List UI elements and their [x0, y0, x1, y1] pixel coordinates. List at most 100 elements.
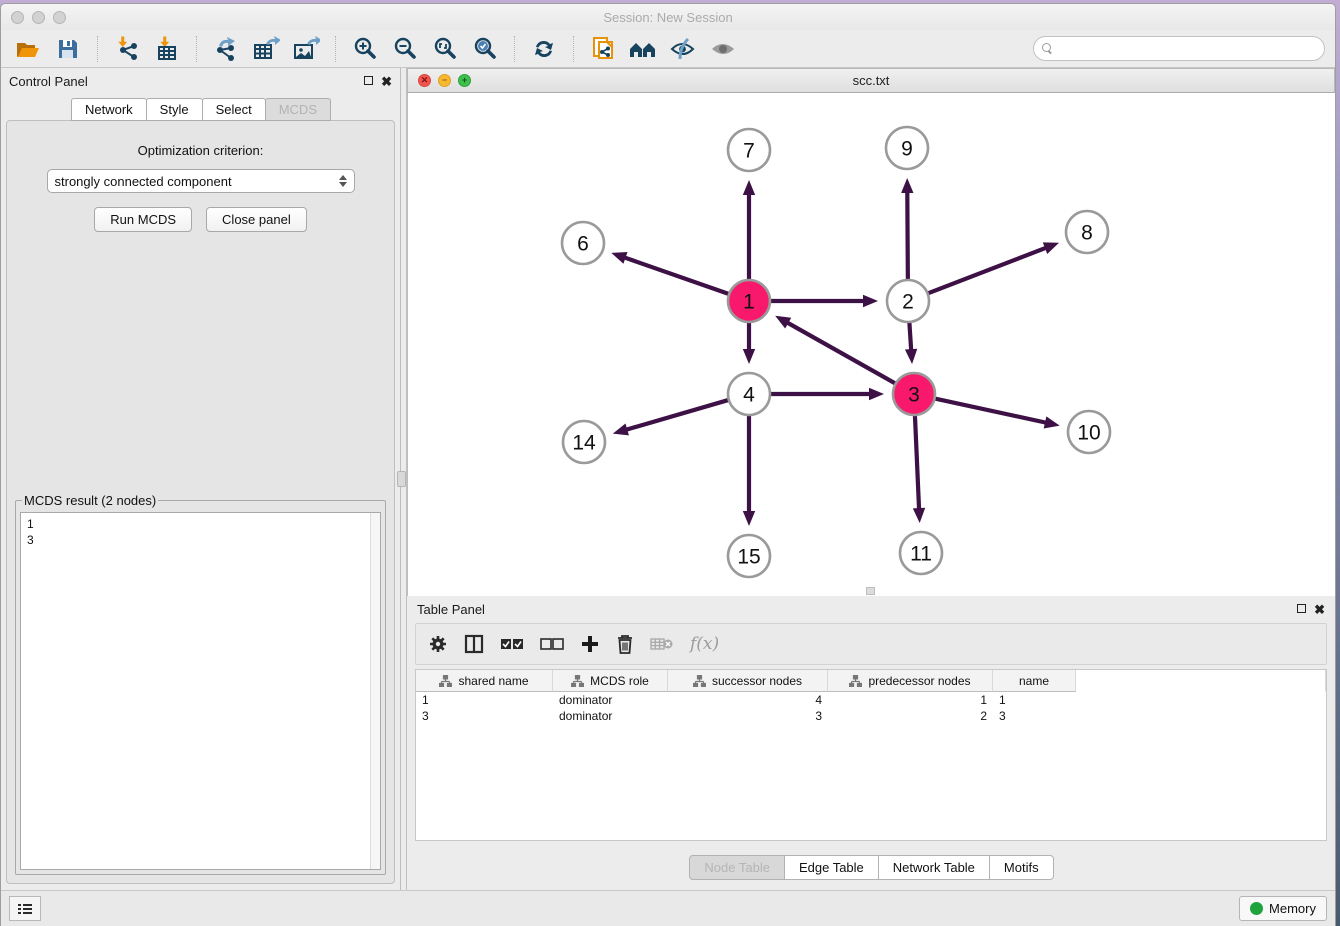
tab-edge-table[interactable]: Edge Table [784, 855, 879, 880]
main-toolbar [1, 30, 1335, 68]
edge-2-9[interactable] [907, 191, 908, 282]
hide-selected-icon[interactable] [666, 34, 700, 64]
column-header-name[interactable]: name [993, 670, 1076, 692]
tab-network[interactable]: Network [71, 98, 147, 121]
mcds-panel: Optimization criterion: strongly connect… [6, 120, 395, 884]
select-all-icon[interactable] [500, 637, 524, 651]
zoom-in-icon[interactable] [348, 34, 382, 64]
tab-node-table[interactable]: Node Table [689, 855, 785, 880]
float-panel-icon[interactable] [364, 75, 373, 87]
edge-3-10[interactable] [933, 398, 1047, 423]
arrowhead-1-2 [863, 295, 878, 307]
export-image-icon[interactable] [289, 34, 323, 64]
import-network-icon[interactable] [110, 34, 144, 64]
edge-1-6[interactable] [624, 257, 731, 295]
export-table-icon[interactable] [249, 34, 283, 64]
arrowhead-2-3 [905, 349, 917, 364]
search-field[interactable] [1033, 36, 1325, 61]
zoom-selected-icon[interactable] [468, 34, 502, 64]
show-all-icon[interactable] [706, 34, 740, 64]
tab-network-table[interactable]: Network Table [878, 855, 990, 880]
first-neighbors-icon[interactable] [626, 34, 660, 64]
horizontal-scrollbar-thumb[interactable] [866, 587, 875, 595]
save-session-icon[interactable] [51, 34, 85, 64]
node-label-9: 9 [901, 138, 913, 161]
function-builder-icon[interactable]: f(x) [690, 634, 719, 654]
node-label-2: 2 [902, 291, 914, 314]
close-panel-button[interactable]: Close panel [206, 207, 307, 232]
delete-column-icon[interactable] [616, 634, 634, 654]
tab-mcds[interactable]: MCDS [265, 98, 331, 121]
column-header-successor-nodes[interactable]: successor nodes [668, 670, 828, 692]
close-panel-icon[interactable]: ✖ [381, 75, 392, 88]
edge-4-14[interactable] [625, 399, 730, 430]
cell-0-2[interactable]: 4 [668, 692, 828, 708]
cell-0-1[interactable]: dominator [553, 692, 668, 708]
node-label-3: 3 [908, 384, 920, 407]
run-mcds-button[interactable]: Run MCDS [94, 207, 192, 232]
dropdown-value: strongly connected component [55, 174, 232, 189]
edge-3-1[interactable] [786, 322, 897, 385]
network-canvas[interactable]: 7968124314101511 [407, 93, 1335, 596]
control-panel-tabs: NetworkStyleSelectMCDS [1, 98, 400, 121]
node-label-1: 1 [743, 291, 755, 314]
float-table-panel-icon[interactable] [1297, 603, 1306, 615]
refresh-layout-icon[interactable] [527, 34, 561, 64]
column-type-icon [571, 675, 584, 687]
close-table-panel-icon[interactable]: ✖ [1314, 603, 1325, 616]
arrowhead-4-15 [743, 511, 755, 526]
node-label-6: 6 [577, 233, 589, 256]
node-label-11: 11 [910, 543, 932, 566]
table-row[interactable]: 1dominator411 [416, 692, 1326, 708]
import-table-icon[interactable] [150, 34, 184, 64]
cell-1-4[interactable]: 3 [993, 708, 1076, 724]
cell-0-0[interactable]: 1 [416, 692, 553, 708]
column-header-predecessor-nodes[interactable]: predecessor nodes [828, 670, 993, 692]
divider-grip[interactable] [397, 471, 406, 487]
network-graph[interactable]: 7968124314101511 [408, 93, 1330, 595]
toolbar-separator [196, 36, 197, 62]
gear-icon[interactable] [428, 634, 448, 654]
edge-2-3[interactable] [909, 320, 911, 351]
tab-motifs[interactable]: Motifs [989, 855, 1054, 880]
add-column-icon[interactable] [580, 634, 600, 654]
panel-divider[interactable] [400, 68, 406, 890]
cell-1-0[interactable]: 3 [416, 708, 553, 724]
tab-select[interactable]: Select [202, 98, 266, 121]
arrowhead-2-8 [1043, 242, 1059, 254]
table-row[interactable]: 3dominator323 [416, 708, 1326, 724]
table-toolbar: f(x) [415, 623, 1327, 665]
arrowhead-1-6 [611, 252, 627, 264]
mcds-result-title: MCDS result (2 nodes) [22, 493, 158, 508]
search-input[interactable] [1059, 42, 1316, 56]
status-bar: Memory [1, 890, 1335, 926]
mcds-result-box[interactable]: 1 3 [20, 512, 381, 870]
columns-icon[interactable] [464, 634, 484, 654]
header-filler [1076, 670, 1326, 692]
memory-button[interactable]: Memory [1239, 896, 1327, 921]
task-history-button[interactable] [9, 896, 41, 921]
column-header-shared-name[interactable]: shared name [416, 670, 553, 692]
delete-table-icon[interactable] [650, 636, 674, 652]
clone-network-icon[interactable] [586, 34, 620, 64]
result-scrollbar[interactable] [370, 513, 380, 869]
table-panel-title: Table Panel [417, 602, 485, 617]
column-type-icon [693, 675, 706, 687]
zoom-fit-icon[interactable] [428, 34, 462, 64]
node-table[interactable]: shared name MCDS role successor nodes pr… [415, 669, 1327, 841]
column-label: name [1019, 674, 1049, 688]
cell-1-2[interactable]: 3 [668, 708, 828, 724]
cell-0-3[interactable]: 1 [828, 692, 993, 708]
cell-1-3[interactable]: 2 [828, 708, 993, 724]
export-network-icon[interactable] [209, 34, 243, 64]
edge-3-11[interactable] [915, 413, 919, 510]
cell-0-4[interactable]: 1 [993, 692, 1076, 708]
tab-style[interactable]: Style [146, 98, 203, 121]
column-header-mcds-role[interactable]: MCDS role [553, 670, 668, 692]
optimization-criterion-dropdown[interactable]: strongly connected component [47, 169, 355, 193]
deselect-all-icon[interactable] [540, 637, 564, 651]
zoom-out-icon[interactable] [388, 34, 422, 64]
open-session-icon[interactable] [11, 34, 45, 64]
cell-1-1[interactable]: dominator [553, 708, 668, 724]
edge-2-8[interactable] [926, 247, 1047, 294]
